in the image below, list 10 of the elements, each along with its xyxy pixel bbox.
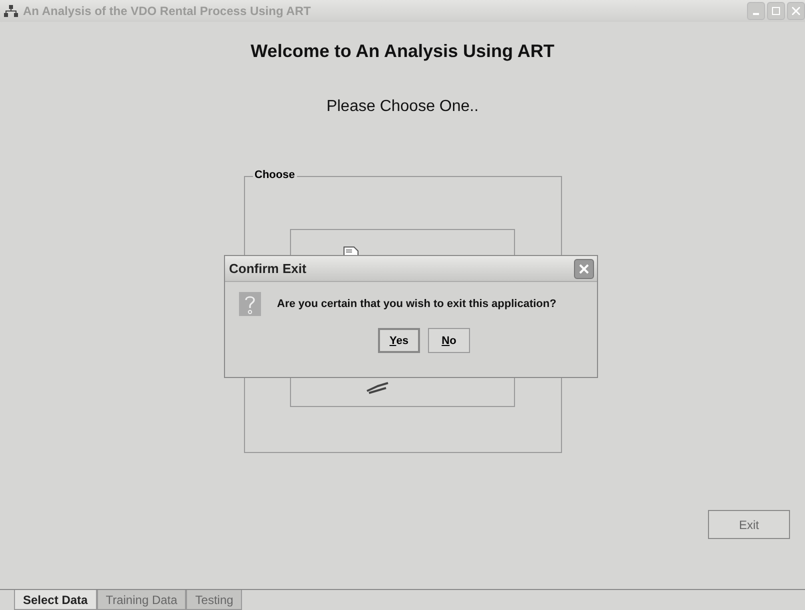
instruction-text: Please Choose One..: [326, 98, 479, 116]
dialog-title: Confirm Exit: [229, 261, 306, 276]
welcome-heading: Welcome to An Analysis Using ART: [250, 41, 554, 62]
group-title: Choose: [252, 169, 297, 181]
window-title: An Analysis of the VDO Rental Process Using ART: [23, 4, 311, 18]
exit-button[interactable]: Exit: [708, 510, 790, 539]
dialog-message: Are you certain that you wish to exit this application?: [277, 298, 556, 310]
dialog-button[interactable]: No: [428, 328, 470, 353]
dialog-button[interactable]: Yes: [378, 328, 420, 353]
tab[interactable]: Select Data: [14, 590, 97, 610]
